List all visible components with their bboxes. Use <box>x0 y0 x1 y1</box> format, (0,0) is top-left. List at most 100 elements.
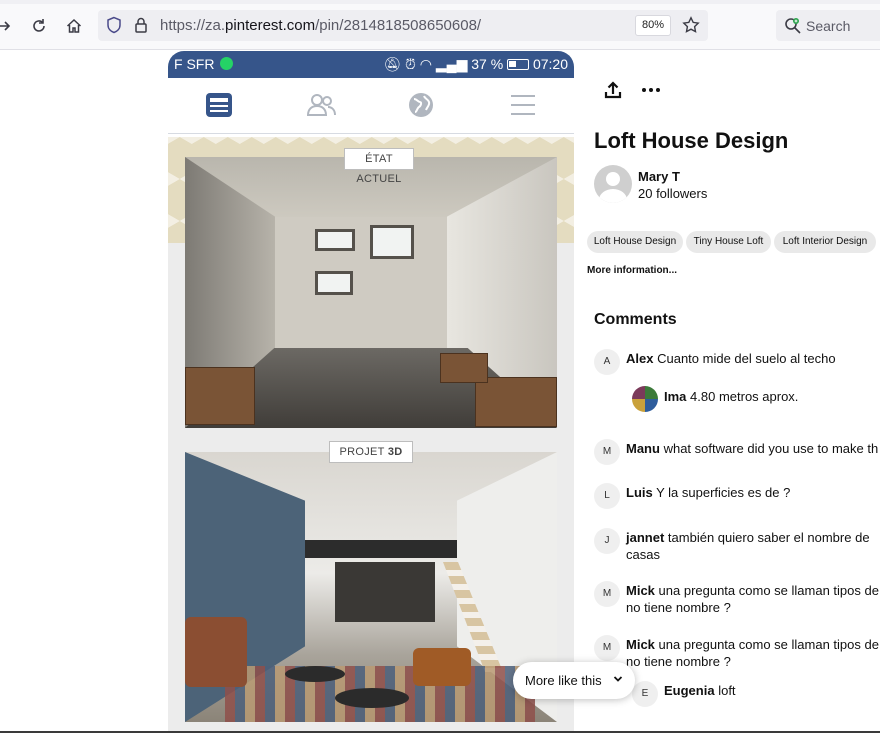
alarm-icon: ⏰︎ <box>404 56 416 72</box>
comment-text-line2: no tiene nombre ? <box>626 600 731 615</box>
window <box>370 225 414 259</box>
comment-author[interactable]: Alex <box>626 351 653 366</box>
avatar-head <box>606 172 620 186</box>
avatar[interactable] <box>594 165 632 203</box>
back-wall <box>275 217 447 367</box>
browser-search-box[interactable]: Search <box>776 10 880 41</box>
pinner-name[interactable]: Mary T <box>638 169 680 184</box>
crate <box>440 353 488 383</box>
comment-avatar[interactable]: M <box>594 439 620 465</box>
comment: jannet también quiero saber el nombre de… <box>626 529 870 563</box>
comment-author[interactable]: Ima <box>664 389 686 404</box>
search-engine-icon <box>784 17 802 40</box>
url-text[interactable]: https://za.pinterest.com/pin/28148185086… <box>160 17 481 34</box>
comment-avatar[interactable]: A <box>594 349 620 375</box>
comment-author[interactable]: jannet <box>626 530 664 545</box>
comment-text: 4.80 metros aprox. <box>690 389 799 404</box>
more-like-this-label: More like this <box>525 673 602 688</box>
browser-toolbar: https://za.pinterest.com/pin/28148185086… <box>0 0 880 50</box>
coffee-table <box>285 666 345 682</box>
facebook-tab-bar <box>168 78 574 134</box>
sofa <box>185 617 247 687</box>
more-options-icon[interactable] <box>641 80 661 105</box>
mezzanine <box>305 540 457 558</box>
comment-text: una pregunta como se llaman tipos de <box>658 637 879 652</box>
comment: Mick una pregunta como se llaman tipos d… <box>626 636 879 670</box>
comment-text: también quiero saber el nombre de <box>667 530 870 545</box>
battery-icon <box>507 59 530 70</box>
forward-icon[interactable] <box>0 14 16 38</box>
url-domain: pinterest.com <box>225 17 316 34</box>
pin-image[interactable]: F SFR 🔕︎ ⏰︎ ◠ ▂▄▆ 37 % 07:20 ÉTAT ACTUEL <box>168 51 574 733</box>
wifi-icon: ◠ <box>419 56 433 72</box>
globe-icon <box>409 93 433 117</box>
url-path: /pin/2814818508650608/ <box>315 17 482 34</box>
clock-time: 07:20 <box>532 56 568 72</box>
pouf <box>413 648 471 686</box>
crate <box>185 367 255 425</box>
home-icon[interactable] <box>62 14 86 38</box>
address-bar[interactable]: https://za.pinterest.com/pin/28148185086… <box>98 10 708 41</box>
tag-chip[interactable]: Loft Interior Design <box>774 231 876 253</box>
comment-text: loft <box>718 683 736 698</box>
tracking-protection-shield-icon[interactable] <box>106 16 122 39</box>
comment: Manu what software did you use to make t… <box>626 440 878 457</box>
search-label: Search <box>806 18 851 34</box>
kitchen <box>335 562 435 622</box>
comment-avatar[interactable]: E <box>632 681 658 707</box>
comment: Eugenia loft <box>664 682 736 699</box>
comment: Alex Cuanto mide del suelo al techo <box>626 350 836 367</box>
carrier-area: F SFR <box>174 56 234 72</box>
comment-avatar[interactable]: M <box>594 635 620 661</box>
comment-text: Y la superficies es de ? <box>656 485 791 500</box>
comment-avatar[interactable]: J <box>594 528 620 554</box>
comment: Mick una pregunta como se llaman tipos d… <box>626 582 879 616</box>
after-label-bold: 3D <box>387 446 403 458</box>
more-like-this-button[interactable]: More like this <box>513 662 635 699</box>
battery-percent: 37 % <box>471 56 504 72</box>
comment-author[interactable]: Mick <box>626 583 655 598</box>
comment-text-line2: casas <box>626 547 660 562</box>
before-label: ÉTAT ACTUEL <box>344 148 414 185</box>
tag-chip[interactable]: Loft House Design <box>587 231 683 253</box>
comment-avatar[interactable]: L <box>594 483 620 509</box>
phone-status-bar: F SFR 🔕︎ ⏰︎ ◠ ▂▄▆ 37 % 07:20 <box>168 51 574 78</box>
before-photo <box>185 157 557 428</box>
tab-strip-edge <box>0 0 880 4</box>
after-label: PROJET 3D <box>329 441 413 463</box>
comment: Luis Y la superficies es de ? <box>626 484 790 501</box>
comment-text: what software did you use to make th <box>663 441 879 456</box>
bookmark-star-icon[interactable] <box>682 16 700 39</box>
reply-avatar[interactable] <box>632 386 658 412</box>
status-right: 🔕︎ ⏰︎ ◠ ▂▄▆ 37 % 07:20 <box>383 56 568 73</box>
lock-icon[interactable] <box>134 16 148 39</box>
reload-icon[interactable] <box>27 14 51 38</box>
comment-avatar[interactable]: M <box>594 581 620 607</box>
comment-text-line2: no tiene nombre ? <box>626 654 731 669</box>
news-feed-icon <box>206 93 232 117</box>
share-icon[interactable] <box>603 80 623 105</box>
comment-text: una pregunta como se llaman tipos de <box>658 583 879 598</box>
menu-icon <box>511 95 535 115</box>
window <box>315 271 353 295</box>
crate <box>475 377 557 427</box>
url-prefix: https://za. <box>160 17 226 34</box>
avatar-body <box>599 189 627 203</box>
tag-chip[interactable]: Tiny House Loft <box>686 231 771 253</box>
comment-text: Cuanto mide del suelo al techo <box>657 351 836 366</box>
comment-reply: Ima 4.80 metros aprox. <box>664 388 798 405</box>
after-photo <box>185 452 557 722</box>
comment-author[interactable]: Manu <box>626 441 660 456</box>
comment-author[interactable]: Mick <box>626 637 655 652</box>
zoom-level-button[interactable]: 80% <box>635 15 671 36</box>
window <box>315 229 355 251</box>
mute-icon: 🔕︎ <box>383 56 402 72</box>
friends-icon <box>306 94 336 116</box>
coffee-table <box>335 688 409 708</box>
comment-author[interactable]: Eugenia <box>664 683 715 698</box>
more-information-link[interactable]: More information... <box>587 265 677 276</box>
comment-author[interactable]: Luis <box>626 485 653 500</box>
signal-icon: ▂▄▆ <box>435 56 468 72</box>
whatsapp-icon <box>220 57 234 70</box>
carrier-text: F SFR <box>174 56 215 72</box>
